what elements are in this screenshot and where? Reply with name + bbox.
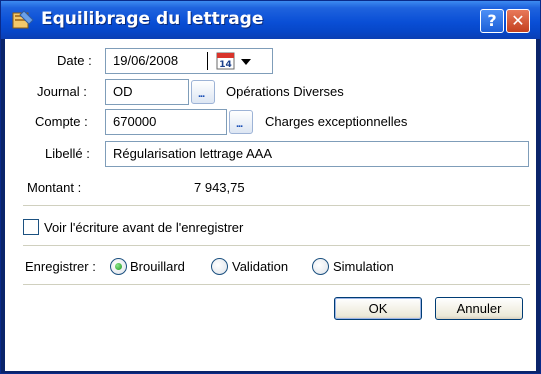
journal-description: Opérations Diverses: [226, 84, 344, 99]
date-label: Date :: [57, 53, 92, 68]
preview-checkbox-label[interactable]: Voir l'écriture avant de l'enregistrer: [44, 220, 243, 235]
preview-checkbox[interactable]: [23, 219, 39, 235]
radio-brouillard[interactable]: [110, 258, 127, 275]
montant-label: Montant :: [27, 180, 82, 195]
cancel-button[interactable]: Annuler: [435, 297, 523, 320]
compte-label: Compte :: [35, 114, 88, 129]
journal-browse-button[interactable]: ...: [191, 80, 215, 104]
calendar-icon[interactable]: 14: [216, 51, 236, 71]
compte-browse-button[interactable]: ...: [229, 110, 253, 134]
close-button[interactable]: ✕: [506, 9, 530, 33]
radio-selected-dot: [115, 263, 122, 270]
calendar-day: 14: [219, 60, 232, 70]
libelle-value: Régularisation lettrage AAA: [113, 146, 272, 161]
title-bar[interactable]: Equilibrage du lettrage ? ✕: [1, 1, 540, 39]
ellipsis-icon: ...: [236, 118, 243, 130]
separator: [23, 284, 530, 285]
libelle-field[interactable]: Régularisation lettrage AAA: [105, 141, 529, 167]
libelle-label: Libellé :: [45, 146, 90, 161]
compte-value: 670000: [113, 114, 157, 129]
compte-field[interactable]: 670000: [105, 109, 227, 135]
date-value: 19/06/2008: [113, 53, 179, 68]
dialog-body: Date : 19/06/2008 14 Journal : OD ... Op…: [5, 39, 536, 371]
window-title: Equilibrage du lettrage: [41, 9, 264, 29]
journal-label: Journal :: [37, 84, 87, 99]
help-icon: ?: [487, 11, 497, 30]
radio-validation-label[interactable]: Validation: [232, 259, 288, 274]
separator: [23, 205, 530, 206]
chevron-down-icon[interactable]: [241, 59, 251, 65]
dialog-window: Equilibrage du lettrage ? ✕ Date : 19/06…: [0, 0, 541, 374]
journal-field[interactable]: OD: [105, 79, 189, 105]
ledger-app-icon: [12, 10, 34, 29]
help-button[interactable]: ?: [480, 9, 504, 33]
compte-description: Charges exceptionnelles: [265, 114, 408, 129]
close-icon: ✕: [511, 11, 525, 30]
text-cursor: [207, 52, 208, 70]
enregistrer-label: Enregistrer :: [25, 259, 96, 274]
montant-value: 7 943,75: [194, 180, 245, 195]
journal-value: OD: [113, 84, 133, 99]
separator: [23, 245, 530, 246]
ok-button[interactable]: OK: [334, 297, 422, 320]
radio-simulation-label[interactable]: Simulation: [333, 259, 394, 274]
radio-simulation[interactable]: [312, 258, 329, 275]
radio-brouillard-label[interactable]: Brouillard: [130, 259, 185, 274]
radio-validation[interactable]: [211, 258, 228, 275]
ellipsis-icon: ...: [198, 88, 205, 100]
